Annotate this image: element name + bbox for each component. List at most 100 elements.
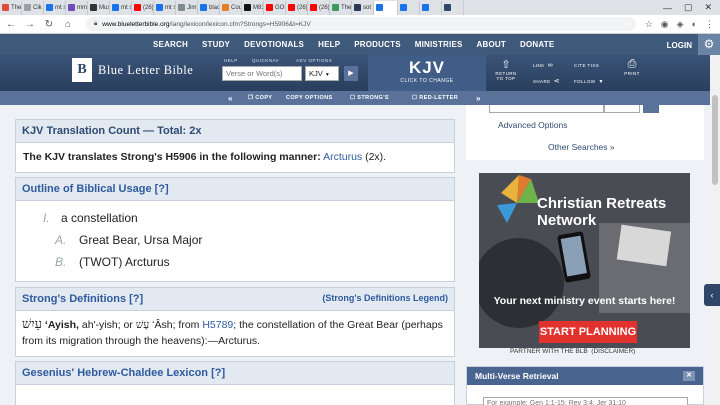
tab-title: Cou xyxy=(231,4,242,11)
browser-tab[interactable]: Cik xyxy=(22,0,44,15)
browser-tab[interactable]: Jim xyxy=(176,0,198,15)
scrollbar-thumb[interactable] xyxy=(712,95,718,185)
browser-tab[interactable]: The xyxy=(330,0,352,15)
browser-tab[interactable] xyxy=(442,0,464,15)
mvr-input[interactable] xyxy=(483,397,688,405)
gear-icon[interactable]: ⚙ xyxy=(698,34,720,55)
version-select[interactable]: KJV ▼ xyxy=(305,66,339,81)
browser-tab[interactable]: Cou xyxy=(220,0,242,15)
disclaimer-link[interactable]: (DISCLAIMER) xyxy=(591,348,635,355)
nav-item-help[interactable]: HELP xyxy=(318,40,340,49)
chevron-down-icon: ▼ xyxy=(598,79,604,85)
site-logo[interactable]: B Blue Letter Bible xyxy=(72,58,193,82)
outline-title[interactable]: Outline of Biblical Usage [?] xyxy=(22,183,169,195)
browser-tab[interactable]: (26) xyxy=(132,0,154,15)
extension-icon[interactable]: ◉ xyxy=(661,19,669,30)
minimize-icon[interactable]: — xyxy=(663,3,672,13)
nav-item-study[interactable]: STUDY xyxy=(202,40,230,49)
browser-tab[interactable] xyxy=(398,0,420,15)
next-icon[interactable]: » xyxy=(476,94,481,103)
strongs-legend-link[interactable]: (Strong's Definitions Legend) xyxy=(322,293,448,305)
browser-tab[interactable]: (26) xyxy=(308,0,330,15)
extension-icon[interactable]: ◈ xyxy=(677,19,684,30)
strongs-definitions-panel: Strong's Definitions [?] (Strong's Defin… xyxy=(15,287,455,357)
other-searches-link[interactable]: Other Searches » xyxy=(548,142,615,152)
address-bar: ← → ↻ ⌂ 🔒︎ www.blueletterbible.org/lang/… xyxy=(0,15,720,34)
browser-tab[interactable]: M81 xyxy=(242,0,264,15)
link-button[interactable]: LINK ∞ xyxy=(533,58,563,70)
printer-icon: ⎙ xyxy=(627,58,637,70)
reload-icon[interactable]: ↻ xyxy=(44,19,54,30)
back-icon[interactable]: ← xyxy=(6,19,16,30)
nav-item-search[interactable]: SEARCH xyxy=(153,40,188,49)
close-icon[interactable]: ✕ xyxy=(683,371,695,381)
tab-favicon-icon xyxy=(444,4,451,11)
red-letter-toggle[interactable]: ☐ RED-LETTER xyxy=(412,95,458,101)
follow-button[interactable]: FOLLOW ▼ xyxy=(574,74,610,86)
search-go-button[interactable]: ▶ xyxy=(344,66,358,81)
forward-icon[interactable]: → xyxy=(25,19,35,30)
browser-tab[interactable]: mt s xyxy=(44,0,66,15)
sidebar-select[interactable] xyxy=(604,105,640,113)
browser-tab[interactable]: The xyxy=(0,0,22,15)
verse-search-input[interactable] xyxy=(222,66,302,81)
browser-tab[interactable]: (26) xyxy=(286,0,308,15)
kjv-sublabel: CLICK TO CHANGE xyxy=(400,78,454,84)
tab-favicon-icon xyxy=(354,4,361,11)
browser-tab[interactable] xyxy=(374,0,398,15)
copy-button[interactable]: ❐ COPY xyxy=(248,95,272,101)
sidebar-input[interactable] xyxy=(489,105,604,113)
nav-item-ministries[interactable]: MINISTRIES xyxy=(415,40,463,49)
browser-tab[interactable]: mt s xyxy=(110,0,132,15)
star-icon[interactable]: ☆ xyxy=(645,19,653,30)
gesenius-panel: Gesenius' Hebrew-Chaldee Lexicon [?] xyxy=(15,361,455,405)
browser-tab[interactable] xyxy=(420,0,442,15)
browser-tab[interactable]: mm xyxy=(66,0,88,15)
copy-options-button[interactable]: COPY OPTIONS xyxy=(286,95,333,101)
return-top-button[interactable]: ⇧ RETURN TO TOP xyxy=(494,58,518,81)
strongs-toggle[interactable]: ☐ STRONG'S xyxy=(350,95,389,101)
window-controls: — ▢ ✕ xyxy=(662,0,720,15)
home-icon[interactable]: ⌂ xyxy=(63,19,73,30)
help-label[interactable]: HELP xyxy=(224,58,238,63)
browser-tab[interactable]: GOI xyxy=(264,0,286,15)
translation-word-link[interactable]: Arcturus xyxy=(323,151,362,163)
url-field[interactable]: 🔒︎ www.blueletterbible.org/lang/lexicon/… xyxy=(85,17,636,31)
book-icon: B xyxy=(72,58,92,82)
nav-item-products[interactable]: PRODUCTS xyxy=(354,40,401,49)
nav-item-donate[interactable]: DONATE xyxy=(520,40,554,49)
login-link[interactable]: LOGIN xyxy=(667,41,692,50)
nav-item-devotionals[interactable]: DEVOTIONALS xyxy=(244,40,304,49)
partner-link[interactable]: PARTNER WITH THE BLB xyxy=(510,348,588,355)
browser-tab[interactable]: mt s xyxy=(154,0,176,15)
nav-item-about[interactable]: ABOUT xyxy=(477,40,506,49)
ad-cta-button[interactable]: START PLANNING xyxy=(539,321,637,343)
maximize-icon[interactable]: ▢ xyxy=(684,2,693,13)
quicknav-label[interactable]: QUICKNAV xyxy=(252,58,279,63)
browser-tab[interactable]: blac xyxy=(198,0,220,15)
sidebar-go-button[interactable] xyxy=(643,105,659,113)
advanced-options-link[interactable]: Advanced Options xyxy=(498,120,567,130)
extension-icon[interactable]: ◐ xyxy=(692,19,697,30)
strongs-title[interactable]: Strong's Definitions [?] xyxy=(22,293,143,305)
tab-title: (26) xyxy=(297,4,308,11)
cite-button[interactable]: CITE THIS xyxy=(574,58,610,70)
prev-icon[interactable]: « xyxy=(228,94,233,103)
scrollbar[interactable] xyxy=(710,55,720,405)
print-button[interactable]: ⎙ PRINT xyxy=(620,58,644,76)
browser-tab[interactable]: Mus xyxy=(88,0,110,15)
tab-title: mm xyxy=(77,4,87,11)
ad-banner[interactable]: Christian Retreats Network Your next min… xyxy=(479,173,690,348)
adv-options-label[interactable]: ADV OPTIONS xyxy=(296,58,332,63)
browser-tab[interactable]: sot xyxy=(352,0,374,15)
close-icon[interactable]: ✕ xyxy=(704,2,712,13)
share-button[interactable]: SHARE ⋖ xyxy=(533,74,563,86)
strongs-ref-link[interactable]: H5789 xyxy=(202,319,233,331)
gesenius-title[interactable]: Gesenius' Hebrew-Chaldee Lexicon [?] xyxy=(22,367,225,379)
tab-favicon-icon xyxy=(400,4,407,11)
outline-panel: Outline of Biblical Usage [?] I. a conste… xyxy=(15,177,455,282)
extensions: ☆ ◉ ◈ ◐ ⋮ xyxy=(645,19,714,30)
kjv-change-button[interactable]: KJV CLICK TO CHANGE xyxy=(368,55,486,91)
side-panel-toggle[interactable]: ‹ xyxy=(704,284,720,306)
menu-icon[interactable]: ⋮ xyxy=(705,19,714,30)
